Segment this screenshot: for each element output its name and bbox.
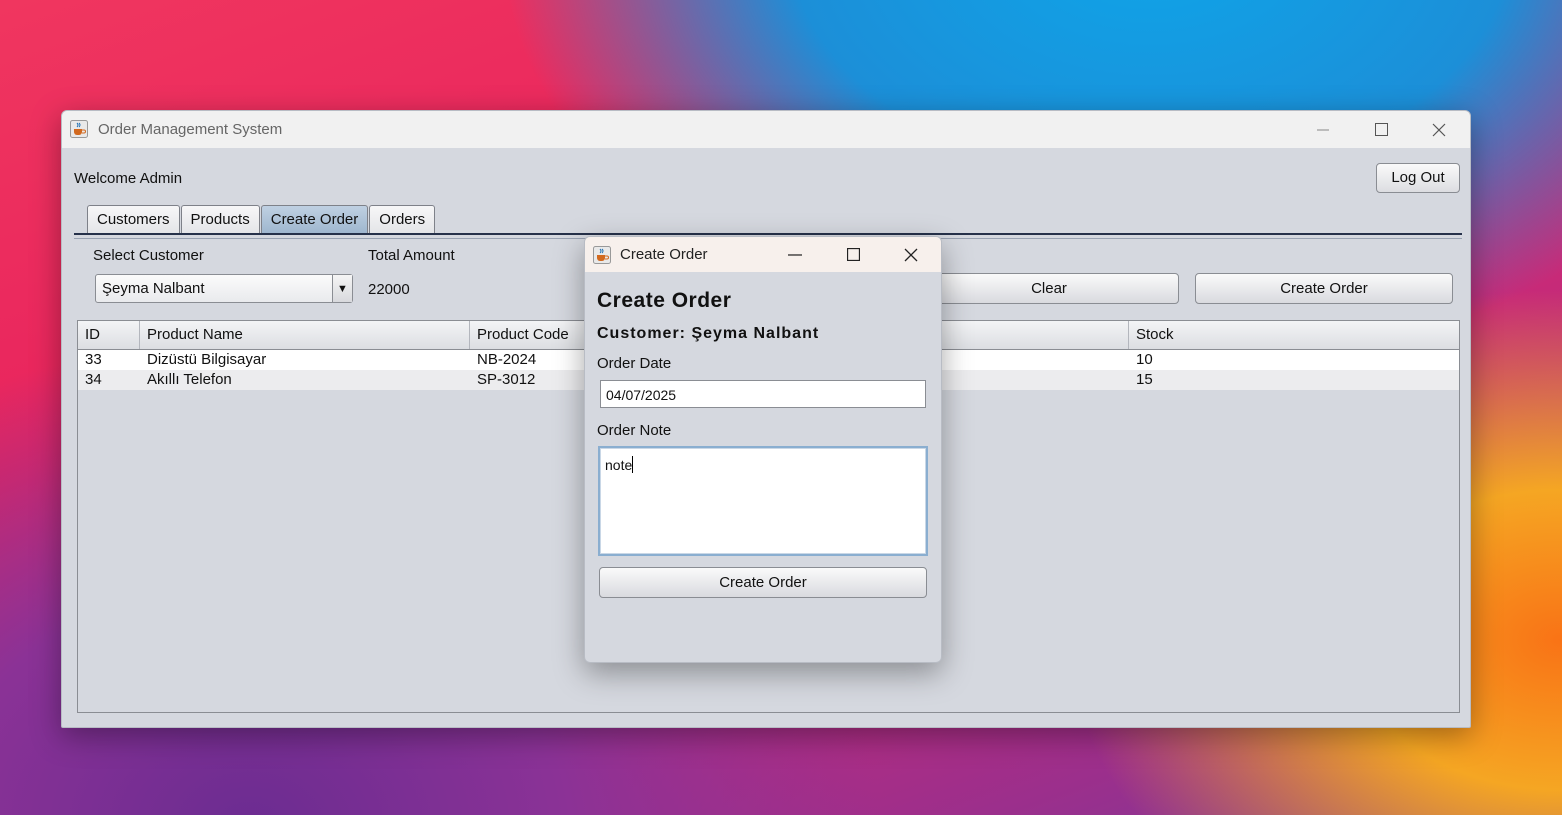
tab-bar: Customers Products Create Order Orders (87, 205, 436, 233)
window-title: Order Management System (98, 121, 283, 138)
dialog-close-button[interactable] (882, 237, 940, 272)
customer-select[interactable]: Şeyma Nalbant ▼ (95, 274, 353, 303)
dialog-customer-line: Customer: Şeyma Nalbant (597, 325, 820, 342)
maximize-icon (1374, 123, 1388, 136)
maximize-button[interactable] (1352, 111, 1410, 148)
dialog-maximize-button[interactable] (824, 237, 882, 272)
order-note-text: note (605, 457, 633, 473)
minimize-icon (788, 253, 802, 256)
cell-product-code: NB-2024 (477, 351, 537, 368)
java-cup-icon (70, 120, 88, 138)
order-note-textarea[interactable]: note (598, 446, 928, 556)
cell-stock: 10 (1136, 351, 1153, 368)
cell-product-name: Akıllı Telefon (147, 371, 232, 388)
cell-stock: 15 (1136, 371, 1153, 388)
create-order-dialog: Create Order Create Order Customer: Şeym… (584, 236, 942, 663)
order-date-label: Order Date (597, 355, 672, 372)
total-amount-label: Total Amount (368, 247, 455, 264)
minimize-icon (1317, 129, 1329, 130)
tab-orders[interactable]: Orders (369, 205, 436, 233)
dialog-heading: Create Order (597, 289, 732, 312)
total-amount-value: 22000 (368, 281, 410, 298)
column-header-stock[interactable]: Stock (1129, 321, 1459, 349)
close-icon (1432, 123, 1446, 136)
chevron-down-icon[interactable]: ▼ (332, 275, 352, 302)
text-caret (632, 456, 634, 473)
cell-id: 33 (85, 351, 102, 368)
dialog-title: Create Order (620, 246, 708, 263)
welcome-text: Welcome Admin (74, 170, 183, 187)
tab-customers[interactable]: Customers (87, 205, 180, 233)
create-order-button[interactable]: Create Order (1195, 273, 1453, 304)
title-bar[interactable]: Order Management System (62, 111, 1470, 148)
customer-select-value: Şeyma Nalbant (102, 280, 205, 297)
maximize-icon (846, 248, 860, 261)
column-header-product-name[interactable]: Product Name (140, 321, 470, 349)
tab-create-order[interactable]: Create Order (260, 205, 369, 233)
select-customer-label: Select Customer (93, 247, 204, 264)
dialog-minimize-button[interactable] (766, 237, 824, 272)
tab-products[interactable]: Products (180, 205, 260, 233)
minimize-button[interactable] (1294, 111, 1352, 148)
cell-product-name: Dizüstü Bilgisayar (147, 351, 267, 368)
cell-product-code: SP-3012 (477, 371, 536, 388)
clear-button[interactable]: Clear (919, 273, 1179, 304)
order-note-label: Order Note (597, 422, 672, 439)
close-icon (904, 248, 918, 261)
dialog-create-order-button[interactable]: Create Order (599, 567, 927, 598)
logout-button[interactable]: Log Out (1376, 163, 1460, 193)
java-cup-icon (593, 246, 611, 264)
column-header-id[interactable]: ID (78, 321, 140, 349)
close-button[interactable] (1410, 111, 1468, 148)
cell-id: 34 (85, 371, 102, 388)
dialog-title-bar[interactable]: Create Order (585, 237, 941, 272)
order-date-field[interactable]: 04/07/2025 (600, 380, 926, 408)
